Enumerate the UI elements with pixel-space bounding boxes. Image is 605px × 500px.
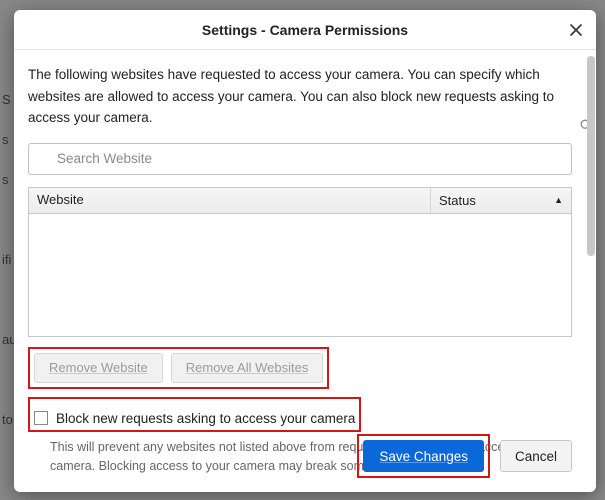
scrollbar-track[interactable] [587,56,595,486]
camera-permissions-dialog: Settings - Camera Permissions The follow… [14,10,596,492]
dialog-body: The following websites have requested to… [14,50,596,492]
column-status[interactable]: Status ▲ [431,188,571,213]
column-website[interactable]: Website [29,188,431,213]
block-requests-label: Block new requests asking to access your… [56,411,355,426]
search-wrap [28,143,572,175]
search-input[interactable] [28,143,572,175]
scrollbar-thumb[interactable] [587,56,595,256]
dialog-header: Settings - Camera Permissions [14,10,596,50]
remove-website-button[interactable]: Remove Website [34,353,163,383]
intro-text: The following websites have requested to… [28,64,572,129]
block-requests-checkbox[interactable] [34,411,48,425]
sort-ascending-icon: ▲ [554,195,563,205]
dialog-title: Settings - Camera Permissions [202,22,408,38]
close-icon [569,23,583,37]
dialog-footer: Save Changes Cancel [357,434,572,478]
permissions-table: Website Status ▲ [28,187,572,337]
cancel-button[interactable]: Cancel [500,440,572,472]
annotation-highlight-block: Block new requests asking to access your… [28,397,361,432]
annotation-highlight-save: Save Changes [357,434,490,478]
table-header[interactable]: Website Status ▲ [29,188,571,214]
annotation-highlight-remove: Remove Website Remove All Websites [28,347,329,389]
column-status-label: Status [439,193,476,208]
close-button[interactable] [564,18,588,42]
save-changes-button[interactable]: Save Changes [363,440,484,472]
remove-all-websites-button[interactable]: Remove All Websites [171,353,324,383]
